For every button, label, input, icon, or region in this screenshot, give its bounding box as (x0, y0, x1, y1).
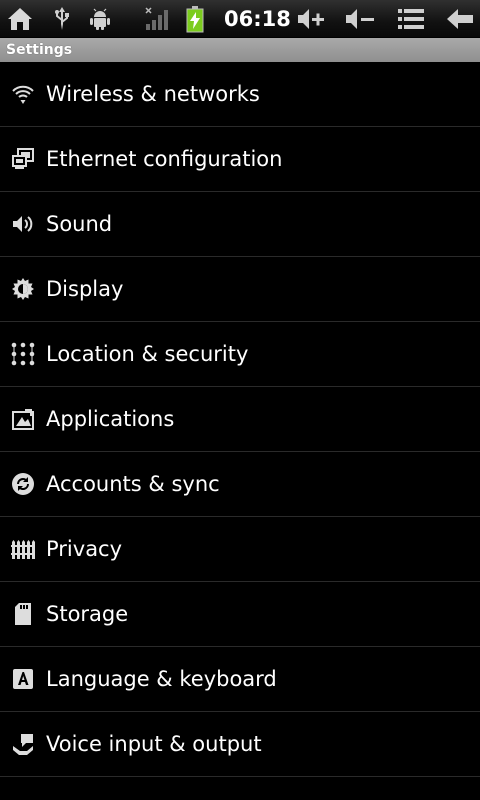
settings-item-label: Language & keyboard (46, 667, 277, 691)
signal-icon (144, 0, 170, 38)
usb-icon (52, 0, 72, 38)
android-debug-icon (88, 0, 112, 38)
speaker-icon (0, 212, 46, 236)
sd-card-icon (0, 602, 46, 626)
volume-down-icon[interactable] (344, 0, 376, 38)
voice-icon (0, 732, 46, 756)
settings-item-label: Applications (46, 407, 175, 431)
settings-list: Wireless & networks Ethernet configurati… (0, 62, 480, 777)
settings-item-display[interactable]: Display (0, 257, 480, 322)
settings-item-label: Voice input & output (46, 732, 262, 756)
ethernet-icon (0, 147, 46, 171)
settings-item-voice-input-output[interactable]: Voice input & output (0, 712, 480, 777)
settings-item-label: Wireless & networks (46, 82, 260, 106)
keyboard-letter-icon (0, 667, 46, 691)
settings-item-wireless-networks[interactable]: Wireless & networks (0, 62, 480, 127)
settings-item-language-keyboard[interactable]: Language & keyboard (0, 647, 480, 712)
settings-item-label: Location & security (46, 342, 249, 366)
settings-item-label: Display (46, 277, 124, 301)
home-icon[interactable] (4, 0, 36, 38)
battery-charging-icon (184, 0, 206, 38)
privacy-fence-icon (0, 537, 46, 561)
brightness-icon (0, 277, 46, 301)
menu-icon[interactable] (396, 0, 426, 38)
settings-item-label: Privacy (46, 537, 123, 561)
page-title: Settings (0, 38, 480, 62)
settings-item-sound[interactable]: Sound (0, 192, 480, 257)
settings-item-label: Ethernet configuration (46, 147, 283, 171)
settings-item-label: Storage (46, 602, 129, 626)
settings-item-label: Sound (46, 212, 113, 236)
back-icon[interactable] (444, 0, 476, 38)
applications-icon (0, 407, 46, 431)
status-bar: 06:18 (0, 0, 480, 38)
settings-item-storage[interactable]: Storage (0, 582, 480, 647)
settings-item-privacy[interactable]: Privacy (0, 517, 480, 582)
settings-item-label: Accounts & sync (46, 472, 220, 496)
volume-up-icon[interactable] (296, 0, 326, 38)
wifi-icon (0, 82, 46, 106)
status-time: 06:18 (224, 7, 291, 31)
settings-item-location-security[interactable]: Location & security (0, 322, 480, 387)
settings-item-accounts-sync[interactable]: Accounts & sync (0, 452, 480, 517)
settings-item-applications[interactable]: Applications (0, 387, 480, 452)
lock-pattern-icon (0, 342, 46, 366)
sync-icon (0, 472, 46, 496)
settings-item-ethernet-configuration[interactable]: Ethernet configuration (0, 127, 480, 192)
